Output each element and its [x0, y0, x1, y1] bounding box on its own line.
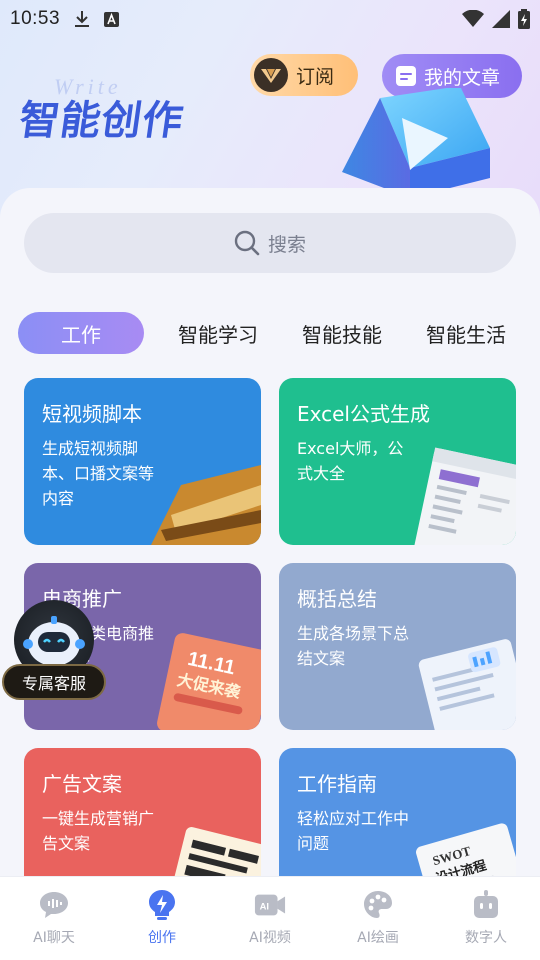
card-description: 生成短视频脚本、口播文案等内容	[42, 439, 155, 508]
report-document-illustration	[418, 639, 516, 730]
my-articles-label: 我的文章	[424, 66, 501, 89]
card-description: 一键生成营销广告文案	[42, 809, 155, 853]
nav-label: AI视频	[249, 930, 291, 946]
battery-charging-icon	[518, 9, 530, 29]
spreadsheet-illustration	[413, 447, 516, 545]
page-title: 智能创作	[16, 98, 187, 144]
nav-label: 数字人	[465, 930, 507, 946]
svg-text:AI: AI	[260, 901, 269, 912]
customer-service-widget[interactable]: 专属客服	[2, 600, 106, 702]
search-placeholder: 搜索	[267, 233, 306, 256]
nav-label: AI绘画	[357, 930, 399, 946]
wifi-icon	[462, 10, 484, 27]
play-cube-illustration	[342, 88, 490, 198]
card-title: 工作指南	[297, 772, 377, 796]
film-reel-illustration	[151, 465, 261, 545]
bottom-navigation: AI聊天 创作 AI AI视频 AI绘画 数字人	[0, 876, 540, 960]
sale-poster-illustration: 11.11 大促来袭	[157, 633, 261, 730]
card-description: Excel大师，公式大全	[297, 439, 404, 483]
palette-icon	[362, 889, 394, 921]
status-bar: 10:53	[0, 0, 540, 38]
card-title: Excel公式生成	[297, 402, 430, 426]
card-title: 概括总结	[297, 587, 377, 611]
chat-bubble-icon	[38, 889, 70, 921]
nav-item-ai-painting[interactable]: AI绘画	[324, 877, 432, 960]
category-tabs: 工作 智能学习 智能技能 智能生活	[18, 312, 528, 354]
font-app-icon	[104, 11, 120, 27]
tab-work[interactable]: 工作	[18, 312, 144, 354]
card-description: 轻松应对工作中问题	[297, 809, 410, 853]
card-title: 广告文案	[42, 772, 122, 796]
nav-item-create[interactable]: 创作	[108, 877, 216, 960]
nav-label: 创作	[148, 930, 176, 946]
subscribe-label: 订阅	[296, 65, 335, 88]
card-description: 生成各场景下总结文案	[297, 624, 410, 668]
card-summary[interactable]: 概括总结 生成各场景下总结文案	[279, 563, 516, 730]
document-icon	[396, 66, 416, 86]
card-title: 短视频脚本	[42, 402, 142, 426]
search-input[interactable]: 搜索	[24, 213, 516, 273]
tab-smart-skills[interactable]: 智能技能	[280, 312, 404, 354]
download-icon	[75, 11, 90, 27]
video-camera-icon: AI	[254, 889, 286, 921]
nav-label: AI聊天	[33, 930, 75, 946]
customer-service-label: 专属客服	[2, 664, 106, 700]
vip-badge-icon	[254, 58, 288, 92]
tab-smart-life[interactable]: 智能生活	[404, 312, 528, 354]
tab-smart-learning[interactable]: 智能学习	[156, 312, 280, 354]
card-excel-formula[interactable]: Excel公式生成 Excel大师，公式大全	[279, 378, 516, 545]
signal-icon	[492, 10, 510, 28]
card-short-video-script[interactable]: 短视频脚本 生成短视频脚本、口播文案等内容	[24, 378, 261, 545]
nav-item-ai-chat[interactable]: AI聊天	[0, 877, 108, 960]
status-time: 10:53	[10, 8, 61, 29]
nav-item-ai-video[interactable]: AI AI视频	[216, 877, 324, 960]
nav-item-digital-human[interactable]: 数字人	[432, 877, 540, 960]
search-icon	[234, 230, 260, 256]
lightning-icon	[146, 889, 178, 921]
robot-icon	[470, 889, 502, 921]
